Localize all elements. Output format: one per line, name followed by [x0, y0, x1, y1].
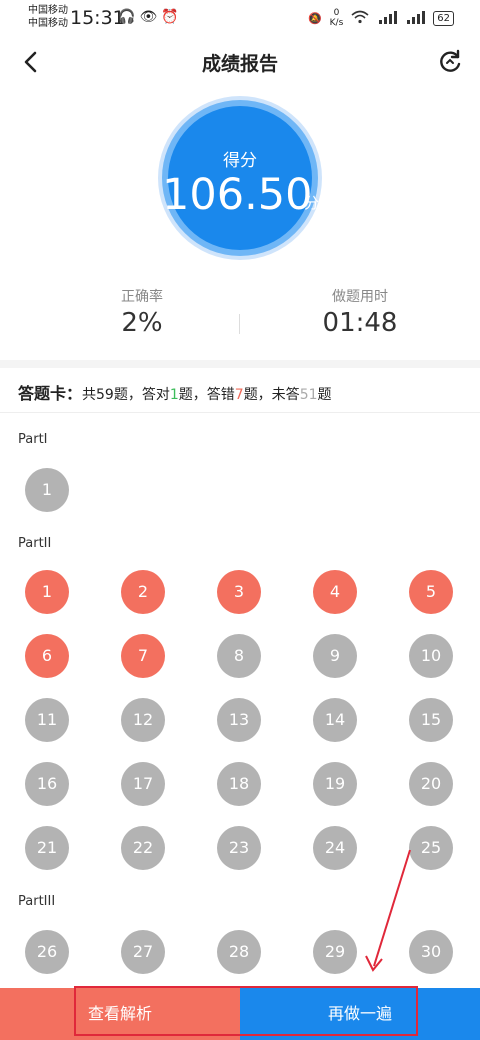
question-bubble[interactable]: 1: [25, 468, 69, 512]
clock: 15:31: [70, 7, 125, 29]
part-label: PartI: [18, 432, 48, 447]
section-gap: [0, 360, 480, 368]
wrong-count: 7: [234, 387, 244, 403]
review-button[interactable]: 查看解析: [0, 988, 240, 1040]
wifi-icon: [351, 10, 369, 27]
question-bubble[interactable]: 7: [121, 634, 165, 678]
correct-count: 1: [169, 387, 179, 403]
question-bubble[interactable]: 4: [313, 570, 357, 614]
status-icons-left: 🎧👁⏰: [118, 9, 183, 25]
question-bubble[interactable]: 6: [25, 634, 69, 678]
signal-icon: [377, 10, 398, 27]
answer-card-summary: 答题卡：共59题，答对1题，答错7题，未答51题: [18, 380, 332, 404]
question-bubble[interactable]: 21: [25, 826, 69, 870]
score-badge: 得分 106.50 分: [158, 96, 322, 260]
question-bubble[interactable]: 11: [25, 698, 69, 742]
alarm-icon: ⏰: [161, 9, 183, 25]
carrier-2: 中国移动: [28, 18, 68, 29]
answer-card-title: 答题卡：: [18, 384, 83, 403]
question-bubble[interactable]: 2: [121, 570, 165, 614]
question-bubble[interactable]: 17: [121, 762, 165, 806]
score-ring: 得分 106.50 分: [162, 100, 319, 256]
question-bubble[interactable]: 16: [25, 762, 69, 806]
question-bubble[interactable]: 18: [217, 762, 261, 806]
question-bubble[interactable]: 29: [313, 930, 357, 974]
question-bubble[interactable]: 8: [217, 634, 261, 678]
summary-text-3: 题，未答: [243, 387, 300, 403]
question-bubble[interactable]: 5: [409, 570, 453, 614]
question-bubble[interactable]: 27: [121, 930, 165, 974]
net-speed: 0 K/s: [330, 8, 344, 28]
carrier-labels: 中国移动 中国移动: [28, 4, 68, 30]
time-label: 做题用时: [332, 289, 388, 305]
battery-icon: 62: [433, 10, 454, 26]
card-divider: [0, 412, 480, 413]
status-bar: 中国移动 中国移动 15:31 🎧👁⏰ 🔕 0 K/s 62: [0, 0, 480, 36]
net-speed-value: 0: [333, 8, 340, 18]
time-value: 01:48: [322, 308, 398, 338]
summary-total: 共59题，答对: [82, 387, 170, 403]
question-bubble[interactable]: 20: [409, 762, 453, 806]
redo-button[interactable]: 再做一遍: [240, 988, 480, 1040]
question-bubble[interactable]: 19: [313, 762, 357, 806]
question-bubble[interactable]: 13: [217, 698, 261, 742]
question-bubble[interactable]: 10: [409, 634, 453, 678]
question-bubble[interactable]: 3: [217, 570, 261, 614]
score-unit: 分: [304, 194, 320, 212]
stat-divider: [239, 314, 240, 334]
headphones-icon: 🎧: [118, 9, 140, 25]
signal-icon-2: [405, 10, 426, 27]
question-bubble[interactable]: 1: [25, 570, 69, 614]
page-title: 成绩报告: [201, 53, 278, 75]
part-label: PartII: [18, 536, 52, 551]
score-circle: 得分 106.50 分: [162, 106, 319, 250]
part-label: PartIII: [18, 894, 56, 909]
bottom-bar: 查看解析 再做一遍: [0, 988, 480, 1040]
accuracy-value: 2%: [121, 308, 163, 338]
summary-text-4: 题: [317, 387, 332, 403]
mute-icon: 🔕: [307, 11, 322, 25]
net-speed-unit: K/s: [329, 18, 344, 28]
question-bubble[interactable]: 15: [409, 698, 453, 742]
carrier-1: 中国移动: [28, 5, 68, 16]
question-bubble[interactable]: 30: [409, 930, 453, 974]
question-bubble[interactable]: 28: [217, 930, 261, 974]
accuracy-stat: 正确率 2%: [62, 286, 222, 338]
question-bubble[interactable]: 25: [409, 826, 453, 870]
time-stat: 做题用时 01:48: [280, 286, 440, 338]
unanswered-count: 51: [299, 387, 318, 403]
question-bubble[interactable]: 9: [313, 634, 357, 678]
question-bubble[interactable]: 26: [25, 930, 69, 974]
question-bubble[interactable]: 14: [313, 698, 357, 742]
question-bubble[interactable]: 12: [121, 698, 165, 742]
header: 成绩报告: [0, 36, 480, 88]
refresh-button[interactable]: [434, 46, 466, 78]
summary-text-2: 题，答错: [178, 387, 235, 403]
question-bubble[interactable]: 23: [217, 826, 261, 870]
question-bubble[interactable]: 22: [121, 826, 165, 870]
question-bubble[interactable]: 24: [313, 826, 357, 870]
accuracy-label: 正确率: [121, 289, 163, 305]
score-value: 106.50: [162, 170, 313, 220]
refresh-icon: [440, 49, 461, 72]
status-icons-right: 🔕 0 K/s 62: [308, 8, 454, 28]
eye-icon: 👁: [139, 9, 162, 25]
score-label: 得分: [223, 151, 257, 171]
